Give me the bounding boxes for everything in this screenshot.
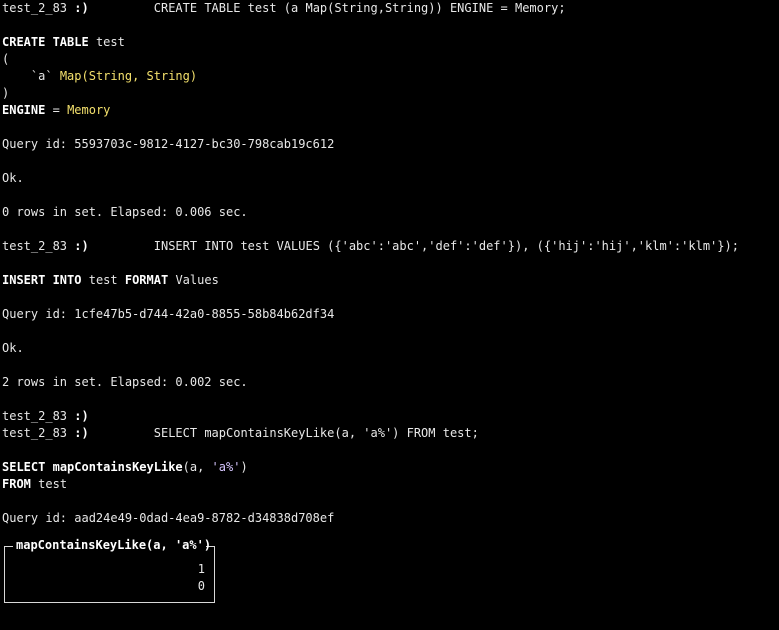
result-table: mapContainsKeyLike(a, 'a%') 1 0	[4, 538, 215, 603]
sql-keyword: ENGINE	[2, 103, 46, 117]
formatted-query-line: FROM test	[2, 476, 777, 493]
function-name: mapContainsKeyLike	[52, 460, 183, 474]
sql-keyword: CREATE TABLE	[2, 35, 89, 49]
function-args: (a,	[182, 460, 212, 474]
prompt-host: test_2_83	[2, 426, 68, 440]
sql-keyword: SELECT	[2, 460, 46, 474]
paren: (	[2, 52, 10, 66]
table-name: test	[95, 35, 125, 49]
result-cell: 0	[197, 579, 205, 593]
prompt-arrow: :)	[74, 239, 89, 253]
formatted-query-line: `a` Map(String, String)	[2, 68, 777, 85]
prompt-host: test_2_83	[2, 409, 68, 423]
column-name: `a`	[30, 69, 53, 83]
query-id: Query id: 1cfe47b5-d744-42a0-8855-58b84b…	[2, 307, 335, 321]
sql-keyword: FROM	[2, 477, 31, 491]
query-id: Query id: 5593703c-9812-4127-bc30-798cab…	[2, 137, 335, 151]
paren: )	[2, 86, 10, 100]
engine-name: Memory	[67, 103, 111, 117]
result-summary: 0 rows in set. Elapsed: 0.006 sec.	[2, 205, 248, 219]
paren: )	[240, 460, 248, 474]
prompt-arrow: :)	[74, 1, 89, 15]
formatted-query-line: INSERT INTO test FORMAT Values	[2, 272, 777, 289]
formatted-query-line: (	[2, 51, 777, 68]
prompt-line: test_2_83 :) INSERT INTO test VALUES ({'…	[2, 238, 777, 255]
prompt-line: test_2_83 :) CREATE TABLE test (a Map(St…	[2, 0, 777, 17]
prompt-host: test_2_83	[2, 239, 68, 253]
string-literal: 'a%'	[211, 460, 241, 474]
column-type: Map(String, String)	[59, 69, 198, 83]
prompt-line: test_2_83 :)	[2, 408, 777, 425]
prompt-arrow: :)	[74, 426, 89, 440]
ok-message: Ok.	[2, 171, 24, 185]
prompt-arrow: :)	[74, 409, 89, 423]
formatted-query-line: SELECT mapContainsKeyLike(a, 'a%')	[2, 459, 777, 476]
prompt-host: test_2_83	[2, 1, 68, 15]
ok-message: Ok.	[2, 341, 24, 355]
formatted-query-line: ENGINE = Memory	[2, 102, 777, 119]
result-summary: 2 rows in set. Elapsed: 0.002 sec.	[2, 375, 248, 389]
table-name: test	[38, 477, 68, 491]
terminal-window[interactable]: test_2_83 :) CREATE TABLE test (a Map(St…	[0, 0, 779, 630]
formatted-query-line: )	[2, 85, 777, 102]
result-column-header: mapContainsKeyLike(a, 'a%')	[16, 538, 212, 552]
formatted-query-line: CREATE TABLE test	[2, 34, 777, 51]
result-cell: 1	[197, 562, 205, 576]
sql-keyword: FORMAT	[124, 273, 169, 287]
input-query: INSERT INTO test VALUES ({'abc':'abc','d…	[153, 239, 739, 253]
format-name: Values	[175, 273, 219, 287]
table-name: test	[88, 273, 118, 287]
query-id: Query id: aad24e49-0dad-4ea9-8782-d34838…	[2, 511, 335, 525]
sql-keyword: INSERT INTO	[2, 273, 82, 287]
operator: =	[52, 103, 60, 117]
input-query: SELECT mapContainsKeyLike(a, 'a%') FROM …	[153, 426, 479, 440]
prompt-line: test_2_83 :) SELECT mapContainsKeyLike(a…	[2, 425, 777, 442]
input-query: CREATE TABLE test (a Map(String,String))…	[153, 1, 566, 15]
